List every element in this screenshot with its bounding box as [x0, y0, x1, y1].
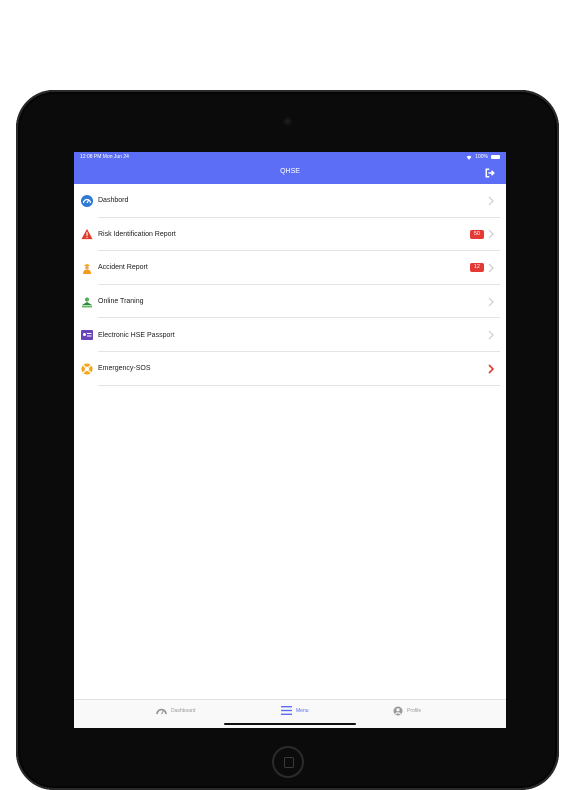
menu-item-accident-report[interactable]: Accident Report 12	[74, 251, 506, 285]
dashboard-gauge-icon	[156, 708, 167, 715]
warning-icon	[81, 228, 93, 240]
nav-bar: QHSE	[74, 162, 506, 184]
tab-dashboard[interactable]: Dashboard	[156, 706, 195, 715]
front-camera	[283, 117, 292, 126]
lifebuoy-icon	[81, 363, 93, 375]
menu-list: Dashbord Risk Identification Report 50 A…	[74, 184, 506, 386]
page-title: QHSE	[280, 168, 300, 175]
home-indicator[interactable]	[224, 723, 356, 725]
menu-item-label: Accident Report	[98, 264, 148, 272]
tab-menu[interactable]: Menu	[281, 706, 309, 715]
count-badge: 50	[469, 229, 484, 239]
battery-percent: 100%	[475, 154, 488, 160]
id-card-icon	[81, 329, 93, 341]
chevron-right-icon	[488, 364, 495, 374]
menu-item-emergency-sos[interactable]: Emergency-SOS	[74, 352, 506, 386]
tab-label: Profile	[407, 708, 422, 714]
wifi-icon	[466, 155, 472, 160]
tab-label: Menu	[296, 707, 309, 714]
chevron-right-icon	[488, 229, 494, 239]
home-button[interactable]	[272, 746, 304, 778]
menu-item-dashbord[interactable]: Dashbord	[74, 184, 506, 218]
battery-icon	[491, 155, 500, 159]
tab-label: Dashboard	[171, 707, 196, 714]
menu-item-online-traning[interactable]: Online Traning	[74, 285, 506, 319]
user-circle-icon	[393, 706, 403, 716]
menu-item-label: Online Traning	[98, 298, 144, 306]
worker-icon	[81, 262, 93, 274]
menu-item-electronic-hse-passport[interactable]: Electronic HSE Passport	[74, 318, 506, 352]
hamburger-icon	[281, 706, 292, 715]
status-time: 12:08 PM Mon Jun 24	[80, 154, 129, 160]
menu-item-risk-identification-report[interactable]: Risk Identification Report 50	[74, 218, 506, 252]
training-icon	[81, 296, 93, 308]
menu-item-label: Electronic HSE Passport	[98, 331, 175, 339]
count-badge: 12	[469, 263, 484, 273]
menu-item-label: Dashbord	[98, 197, 129, 205]
status-bar: 12:08 PM Mon Jun 24 100%	[74, 152, 506, 162]
status-indicators: 100%	[466, 154, 500, 160]
chevron-right-icon	[488, 330, 494, 340]
app-screen: 12:08 PM Mon Jun 24 100% QHSE Dashbord R…	[74, 152, 506, 728]
chevron-right-icon	[488, 196, 494, 206]
menu-item-label: Risk Identification Report	[98, 230, 176, 238]
logout-icon[interactable]	[484, 167, 496, 179]
tab-bar: Dashboard Menu Profile	[74, 699, 506, 728]
menu-item-label: Emergency-SOS	[98, 365, 151, 373]
dashboard-gauge-icon	[81, 194, 93, 207]
tab-profile[interactable]: Profile	[393, 706, 421, 716]
chevron-right-icon	[488, 297, 494, 307]
chevron-right-icon	[488, 263, 494, 273]
